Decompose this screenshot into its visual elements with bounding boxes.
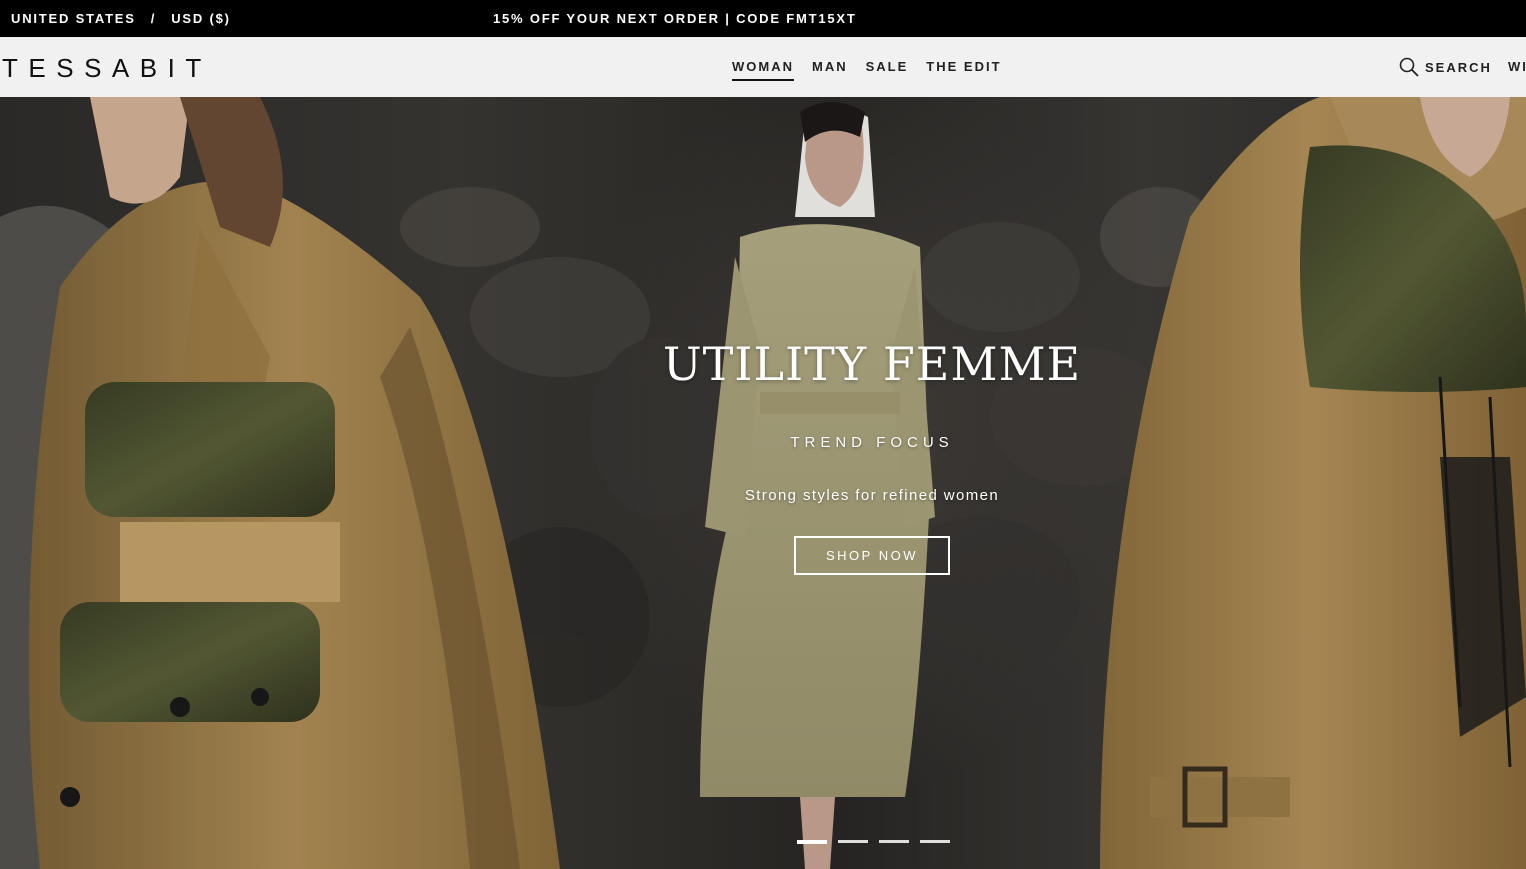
slide-dot-1[interactable] xyxy=(797,840,827,844)
search-icon xyxy=(1399,57,1419,77)
nav-item-sale[interactable]: SALE xyxy=(866,59,909,81)
hero-banner[interactable]: UTILITY FEMME TREND FOCUS Strong styles … xyxy=(0,97,1526,869)
shop-now-button[interactable]: SHOP NOW xyxy=(794,536,950,575)
search-button[interactable]: SEARCH xyxy=(1399,57,1492,77)
nav-item-woman[interactable]: WOMAN xyxy=(732,59,794,81)
nav-item-the-edit[interactable]: THE EDIT xyxy=(926,59,1001,81)
currency-label[interactable]: USD ($) xyxy=(171,11,231,26)
search-label: SEARCH xyxy=(1425,59,1492,75)
site-header: TESSABIT WOMAN MAN SALE THE EDIT SEARCH … xyxy=(0,37,1526,97)
brand-logo[interactable]: TESSABIT xyxy=(2,53,212,84)
slide-dot-4[interactable] xyxy=(920,840,950,843)
country-label[interactable]: UNITED STATES xyxy=(11,11,136,26)
hero-title: UTILITY FEMME xyxy=(662,337,1082,391)
hero-subtitle: TREND FOCUS xyxy=(790,434,954,451)
promo-text: 15% OFF YOUR NEXT ORDER | CODE FMT15XT xyxy=(493,11,857,26)
hero-tagline: Strong styles for refined women xyxy=(744,487,1000,504)
slide-indicators xyxy=(797,840,950,844)
promo-bar: UNITED STATES / USD ($) 15% OFF YOUR NEX… xyxy=(0,0,1526,37)
slide-dot-2[interactable] xyxy=(838,840,868,843)
wishlist-link[interactable]: WI xyxy=(1508,59,1526,74)
hero-content: UTILITY FEMME TREND FOCUS Strong styles … xyxy=(0,97,1526,869)
slide-dot-3[interactable] xyxy=(879,840,909,843)
locale-separator: / xyxy=(150,11,157,26)
main-nav: WOMAN MAN SALE THE EDIT xyxy=(732,59,1002,81)
locale-selector[interactable]: UNITED STATES / USD ($) xyxy=(11,11,231,26)
nav-item-man[interactable]: MAN xyxy=(812,59,848,81)
